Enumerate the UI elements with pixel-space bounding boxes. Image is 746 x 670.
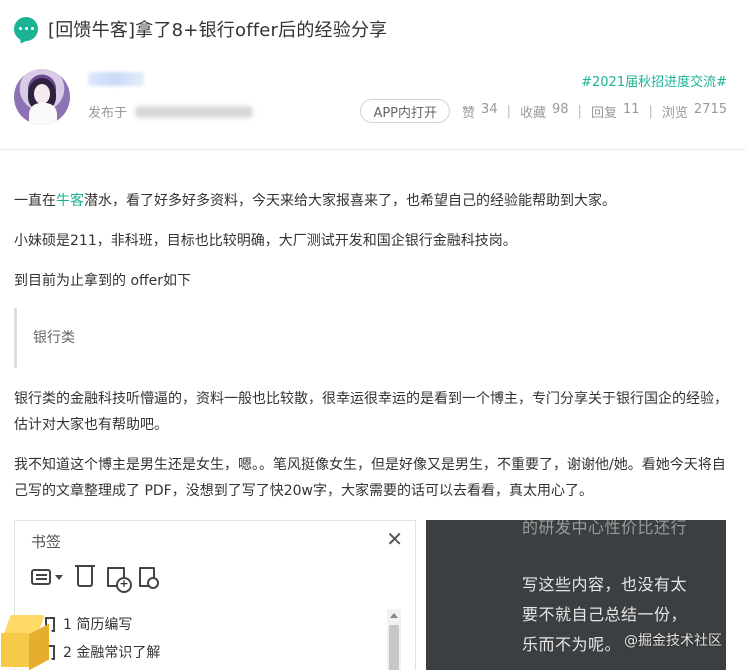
box-sticker-icon (1, 613, 53, 670)
publish-date-blurred (135, 105, 254, 118)
like-label: 赞 (462, 105, 476, 121)
intro-text-end: 潜水，看了好多好多资料，今天来给大家报喜来了，也希望自己的经验能帮助到大家。 (84, 193, 616, 209)
reply-stat[interactable]: 回复 11 (591, 102, 640, 121)
doc-line: 要不就自己总结一份， (522, 605, 688, 624)
title-row: [回馈牛客]拿了8+银行offer后的经验分享 (14, 16, 387, 42)
bookmark-item[interactable]: 1 简历编写 (45, 613, 132, 635)
bookmark-label: 1 简历编写 (63, 617, 133, 633)
view-stat: 浏览 2715 (662, 102, 727, 121)
reply-label: 回复 (590, 105, 617, 121)
bookmark-item[interactable]: 2 金融常识了解 (45, 641, 160, 663)
paragraph-offers: 到目前为止拿到的 offer如下 (14, 273, 192, 289)
doc-line: 写这些内容，也没有太 (522, 575, 688, 594)
paragraph-background: 小妹硕是211，非科班，目标也比较明确，大厂测试开发和国企银行金融科技岗。 (14, 233, 517, 249)
post-stats: APP内打开 赞 34 | 收藏 98 | 回复 11 | 浏览 2715 (360, 99, 727, 123)
bookmarks-toolbar (31, 565, 159, 593)
options-menu-icon[interactable] (31, 569, 51, 585)
bookmarks-panel: 书签 ✕ 1 简历编写 2 金融常识了解 (1, 520, 416, 670)
discussion-icon (14, 17, 38, 41)
view-count: 2715 (693, 101, 727, 117)
add-bookmark-icon[interactable] (107, 567, 132, 593)
favorite-count: 98 (552, 101, 569, 117)
avatar[interactable] (14, 69, 70, 125)
find-bookmark-icon[interactable] (139, 567, 159, 589)
paragraph-intro: 一直在牛客潜水，看了好多好多资料，今天来给大家报喜来了，也希望自己的经验能帮助到… (14, 188, 616, 214)
stat-separator: | (577, 103, 582, 119)
scrollbar[interactable] (387, 609, 401, 670)
intro-text-start: 一直在 (14, 193, 56, 209)
post-title: [回馈牛客]拿了8+银行offer后的经验分享 (48, 20, 388, 41)
bookmarks-title: 书签 (31, 533, 62, 551)
favorite-stat[interactable]: 收藏 98 (520, 102, 569, 121)
blockquote: 银行类 (14, 308, 728, 368)
trash-icon[interactable] (75, 565, 95, 587)
open-in-app-button[interactable]: APP内打开 (360, 99, 451, 123)
chevron-down-icon[interactable] (55, 574, 63, 580)
stat-separator: | (506, 103, 511, 119)
publish-info: 发布于 (88, 102, 254, 121)
doc-line: 乐而不为呢。 (522, 635, 622, 654)
reply-count: 11 (622, 101, 640, 117)
paragraph-bank: 银行类的金融科技听懵逼的，资料一般也比较散，很幸运很幸运的是看到一个博主，专门分… (14, 391, 728, 433)
like-count: 34 (481, 101, 498, 117)
topic-tag-link[interactable]: #2021届秋招进度交流# (581, 71, 727, 90)
bookmark-label: 2 金融常识了解 (63, 645, 161, 661)
nowcoder-link[interactable]: 牛客 (56, 193, 84, 209)
bookmark-list: 1 简历编写 2 金融常识了解 (31, 609, 401, 670)
blockquote-text: 银行类 (33, 330, 75, 346)
doc-line: 的研发中心性价比还行 (522, 520, 688, 537)
view-label: 浏览 (661, 105, 688, 121)
document-preview: 的研发中心性价比还行 写这些内容，也没有太 要不就自己总结一份， 乐而不为呢。 … (426, 520, 726, 670)
watermark: @掘金技术社区 (624, 633, 722, 649)
stat-separator: | (648, 103, 653, 119)
embedded-screenshot: 书签 ✕ 1 简历编写 2 金融常识了解 的研发中心性价比还行 写这些内容，也没… (1, 520, 726, 670)
favorite-label: 收藏 (519, 105, 546, 121)
post-header: [回馈牛客]拿了8+银行offer后的经验分享 发布于 #2021届秋招进度交流… (0, 0, 746, 150)
publish-label: 发布于 (88, 106, 128, 121)
like-stat[interactable]: 赞 34 (462, 102, 498, 121)
close-icon[interactable]: ✕ (386, 527, 403, 551)
username-blurred[interactable] (88, 72, 144, 86)
scrollbar-thumb[interactable] (389, 625, 399, 670)
paragraph-blogger: 我不知道这个博主是男生还是女生，嗯。。笔风挺像女生，但是好像又是男生，不重要了，… (14, 457, 726, 499)
